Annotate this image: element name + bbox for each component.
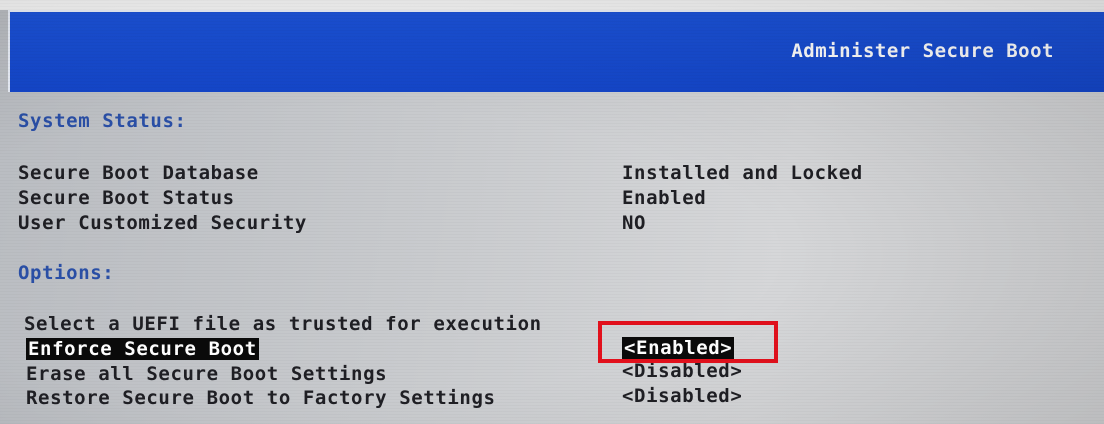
restore-factory-settings-value[interactable]: <Disabled> [622, 385, 742, 407]
secure-boot-database-value: Installed and Locked [622, 162, 863, 184]
option-restore-factory-settings[interactable]: Restore Secure Boot to Factory Settings [26, 387, 496, 409]
page-title: Administer Secure Boot [791, 40, 1054, 62]
highlight-annotation-box [598, 321, 778, 363]
option-select-uefi-file[interactable]: Select a UEFI file as trusted for execut… [24, 313, 542, 335]
option-enforce-secure-boot[interactable]: Enforce Secure Boot [26, 338, 259, 360]
erase-secure-boot-settings-value[interactable]: <Disabled> [622, 360, 742, 382]
secure-boot-database-label: Secure Boot Database [18, 162, 259, 184]
user-customized-security-label: User Customized Security [18, 212, 307, 234]
option-enforce-secure-boot-label: Enforce Secure Boot [26, 338, 259, 360]
bios-screen: Administer Secure Boot System Status: Se… [0, 0, 1104, 424]
secure-boot-status-value: Enabled [622, 187, 707, 209]
screen-top-edge [0, 0, 1104, 10]
user-customized-security-value: NO [622, 212, 647, 234]
option-erase-secure-boot-settings[interactable]: Erase all Secure Boot Settings [26, 363, 387, 385]
secure-boot-status-label: Secure Boot Status [18, 187, 235, 209]
header-bar: Administer Secure Boot [8, 10, 1104, 92]
system-status-heading: System Status: [18, 110, 187, 132]
options-heading: Options: [18, 262, 115, 284]
